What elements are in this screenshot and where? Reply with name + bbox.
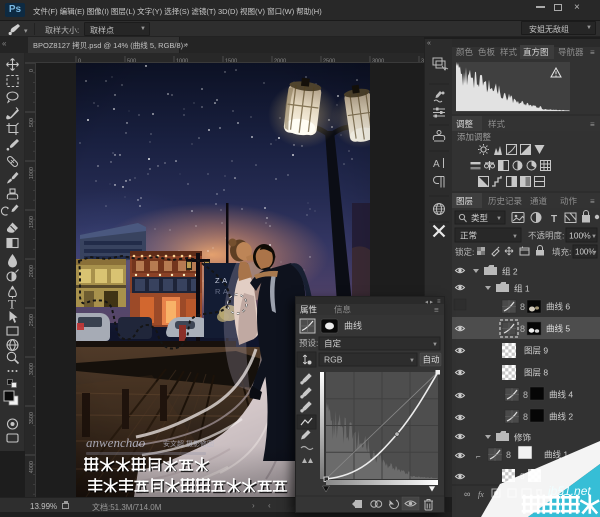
svg-text:RGB: RGB <box>324 355 343 365</box>
svg-text:颜色: 颜色 <box>456 47 474 57</box>
svg-text:图层 8: 图层 8 <box>524 368 548 378</box>
svg-text:图层: 图层 <box>456 196 473 206</box>
svg-text:添加调整: 添加调整 <box>457 132 492 142</box>
svg-text:曲线: 曲线 <box>344 320 362 331</box>
svg-text:▼: ▼ <box>409 358 415 364</box>
svg-text:直方图: 直方图 <box>523 47 549 57</box>
svg-text:通道: 通道 <box>530 196 548 206</box>
svg-text:填充:: 填充: <box>552 247 571 257</box>
svg-text:≡: ≡ <box>434 306 439 315</box>
svg-text:▼: ▼ <box>496 216 502 222</box>
svg-text:色板: 色板 <box>478 47 496 57</box>
svg-text:曲线 5: 曲线 5 <box>546 324 570 334</box>
svg-text:▼: ▼ <box>591 234 597 240</box>
svg-text:2000: 2000 <box>29 265 35 277</box>
svg-text:A: A <box>433 159 440 170</box>
svg-text:3500: 3500 <box>29 412 35 424</box>
svg-text:不透明度:: 不透明度: <box>528 231 564 241</box>
svg-text:▼: ▼ <box>592 250 597 256</box>
svg-text:500: 500 <box>29 118 35 127</box>
svg-text:2500: 2500 <box>29 314 35 326</box>
svg-text:«: « <box>427 40 431 47</box>
svg-text:jb51.net: jb51.net <box>546 484 591 498</box>
svg-text:组 1: 组 1 <box>514 284 530 294</box>
svg-text:≡: ≡ <box>590 197 595 206</box>
svg-text:锁定:: 锁定: <box>455 247 474 257</box>
svg-text:≡: ≡ <box>590 48 595 57</box>
svg-text:1000: 1000 <box>29 167 35 179</box>
svg-text:4000: 4000 <box>29 461 35 473</box>
svg-text:组 2: 组 2 <box>502 267 518 277</box>
svg-text:正常: 正常 <box>460 231 477 241</box>
svg-text:自定: 自定 <box>324 339 342 349</box>
svg-text:类型: 类型 <box>471 213 489 223</box>
svg-text:T: T <box>8 297 16 312</box>
svg-text:8: 8 <box>523 390 528 400</box>
svg-text:8: 8 <box>520 302 525 312</box>
svg-text:8: 8 <box>520 324 525 334</box>
svg-text:属性: 属性 <box>300 305 318 315</box>
svg-text:导航器: 导航器 <box>558 47 584 57</box>
svg-text:信息: 信息 <box>334 305 352 315</box>
svg-text:3000: 3000 <box>29 363 35 375</box>
svg-text:0: 0 <box>29 69 35 72</box>
svg-text:预设:: 预设: <box>299 338 318 348</box>
svg-text:自动: 自动 <box>423 355 441 365</box>
svg-text:图层 9: 图层 9 <box>524 346 548 356</box>
svg-text:历史记录: 历史记录 <box>488 196 523 206</box>
svg-text:动作: 动作 <box>560 196 578 206</box>
svg-text:▼: ▼ <box>432 342 438 348</box>
svg-text:T: T <box>551 214 557 225</box>
svg-text:样式: 样式 <box>488 119 506 129</box>
svg-text:100%: 100% <box>569 231 591 241</box>
svg-text:曲线 4: 曲线 4 <box>549 390 573 400</box>
svg-text:▼: ▼ <box>512 234 518 240</box>
svg-text:1500: 1500 <box>29 216 35 228</box>
svg-text:≡: ≡ <box>590 120 595 129</box>
svg-text:曲线 6: 曲线 6 <box>546 302 570 312</box>
svg-text:样式: 样式 <box>500 47 518 57</box>
svg-text:调整: 调整 <box>456 119 474 129</box>
